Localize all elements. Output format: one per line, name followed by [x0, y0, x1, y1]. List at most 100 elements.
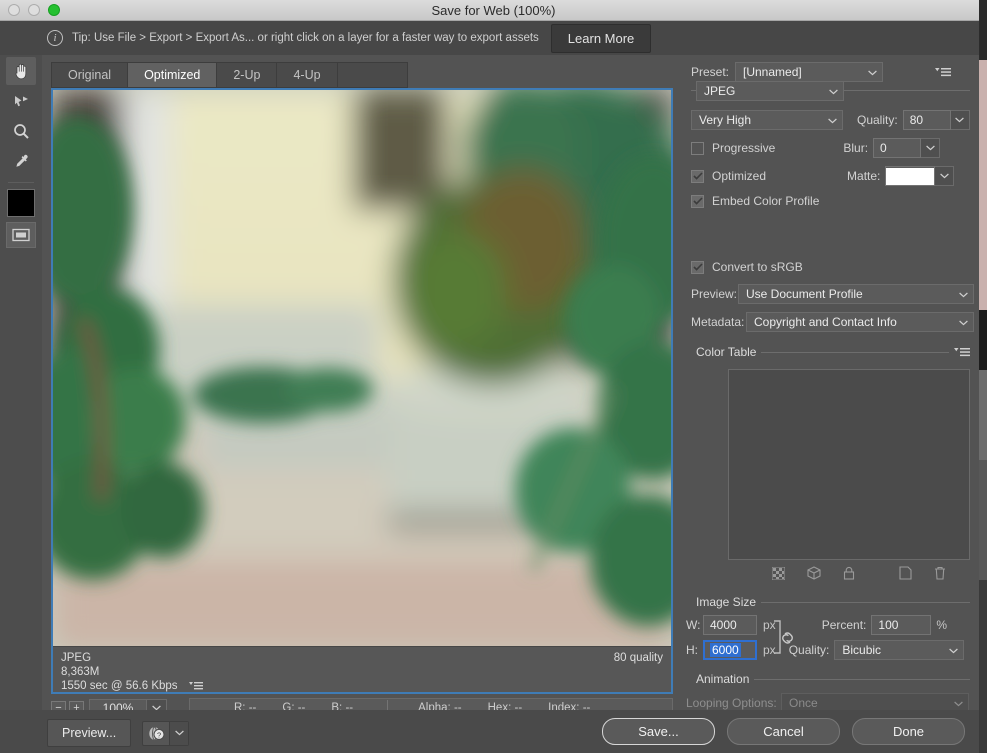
slices-visibility-icon — [12, 228, 30, 242]
chevron-down-icon — [949, 643, 959, 657]
save-button[interactable]: Save... — [602, 718, 715, 745]
chevron-down-icon[interactable] — [169, 721, 189, 745]
percent-label: Percent: — [821, 618, 867, 632]
blur-stepper[interactable] — [921, 138, 941, 158]
tab-optimized[interactable]: Optimized — [128, 62, 218, 88]
optimized-checkbox[interactable] — [691, 169, 704, 183]
metadata-row: Metadata: Copyright and Contact Info — [691, 312, 979, 332]
chevron-down-icon — [829, 84, 838, 98]
zoom-tool[interactable] — [6, 117, 36, 145]
tool-strip — [0, 55, 42, 753]
file-format-select[interactable]: JPEG — [696, 81, 844, 101]
metadata-select[interactable]: Copyright and Contact Info — [746, 312, 974, 332]
eyedropper-icon — [15, 154, 28, 167]
info-download-time: 1550 sec @ 56.6 Kbps — [61, 680, 178, 692]
matte-label: Matte: — [847, 169, 881, 183]
width-label: W: — [686, 618, 701, 632]
matte-dropdown[interactable] — [935, 166, 955, 186]
optimization-info-strip: JPEG 8,363M 1550 sec @ 56.6 Kbps 80 qual… — [53, 646, 671, 692]
convert-srgb-row: Convert to sRGB — [691, 260, 979, 274]
tip-bar: i Tip: Use File > Export > Export As... … — [0, 21, 987, 55]
quality-input[interactable]: 80 — [902, 110, 951, 130]
info-quality: 80 quality — [613, 652, 663, 664]
learn-more-button[interactable]: Learn More — [550, 23, 652, 53]
hand-tool[interactable] — [6, 57, 36, 85]
width-input[interactable]: 4000 — [703, 615, 757, 635]
blur-label: Blur: — [843, 141, 869, 155]
color-table-flyout-menu-icon[interactable] — [949, 346, 970, 358]
done-button[interactable]: Done — [852, 718, 965, 745]
info-icon: i — [47, 30, 63, 46]
convert-to-srgb-label: Convert to sRGB — [712, 260, 803, 274]
preset-select[interactable]: [Unnamed] — [735, 62, 883, 82]
preview-profile-label: Preview: — [691, 287, 738, 301]
title-bar: Save for Web (100%) — [0, 0, 987, 21]
image-height-row: H: 6000 px Quality: Bicubic — [686, 620, 979, 660]
close-button[interactable] — [8, 4, 20, 16]
image-size-title: Image Size — [691, 595, 762, 609]
progressive-label: Progressive — [712, 141, 776, 155]
metadata-label: Metadata: — [691, 315, 745, 329]
image-width-row: W: 4000 px Percent: 100 % — [686, 615, 979, 635]
window-controls — [8, 4, 60, 16]
view-tabs: Original Optimized 2-Up 4-Up — [51, 62, 408, 88]
height-input[interactable]: 6000 — [703, 640, 757, 660]
image-preview-canvas[interactable]: JPEG 8,363M 1550 sec @ 56.6 Kbps 80 qual… — [51, 88, 673, 694]
optimized-image-preview — [53, 90, 671, 650]
tab-4-up[interactable]: 4-Up — [277, 62, 338, 88]
cancel-button[interactable]: Cancel — [727, 718, 840, 745]
embed-profile-row: Embed Color Profile — [691, 194, 979, 208]
document-panel: Original Optimized 2-Up 4-Up JPEG 8,363M… — [42, 55, 682, 718]
blur-input[interactable]: 0 — [873, 138, 922, 158]
tab-original[interactable]: Original — [51, 62, 129, 88]
matte-color-swatch[interactable] — [885, 166, 936, 186]
animation-title: Animation — [691, 672, 755, 686]
slice-select-tool[interactable] — [6, 87, 36, 115]
background-window-edge — [979, 0, 987, 753]
quality-label: Quality: — [857, 113, 898, 127]
preview-profile-select[interactable]: Use Document Profile — [738, 284, 974, 304]
delete-color-icon[interactable] — [934, 566, 946, 583]
save-for-web-dialog: Save for Web (100%) i Tip: Use File > Ex… — [0, 0, 987, 753]
quality-row: Very High Quality: 80 — [691, 110, 979, 130]
progressive-row: Progressive Blur: 0 — [691, 138, 979, 158]
tool-divider — [8, 182, 34, 183]
foreground-color-swatch[interactable] — [7, 189, 35, 217]
quality-stepper[interactable] — [950, 110, 970, 130]
tabs-filler — [337, 62, 408, 88]
percent-input[interactable]: 100 — [871, 615, 932, 635]
toggle-slices-visibility-button[interactable] — [6, 222, 36, 248]
web-shift-icon[interactable] — [807, 566, 821, 583]
preview-button[interactable]: Preview... — [47, 719, 132, 747]
new-color-icon[interactable] — [899, 566, 912, 583]
looping-options-label: Looping Options: — [686, 696, 777, 710]
embed-color-profile-label: Embed Color Profile — [712, 194, 820, 208]
convert-to-srgb-checkbox[interactable] — [691, 260, 704, 274]
quality-preset-select[interactable]: Very High — [691, 110, 843, 130]
link-constrain-icon[interactable] — [772, 618, 802, 661]
animation-section-header: Animation — [691, 672, 970, 686]
slice-select-icon — [14, 95, 28, 106]
format-row: JPEG — [696, 81, 979, 101]
height-input-value: 6000 — [710, 643, 741, 657]
window-title: Save for Web (100%) — [431, 2, 556, 18]
embed-color-profile-checkbox[interactable] — [691, 194, 704, 208]
transparency-icon[interactable] — [771, 566, 786, 583]
color-table-swatches[interactable] — [728, 369, 970, 560]
info-flyout-menu-icon[interactable] — [188, 681, 203, 692]
progressive-checkbox[interactable] — [691, 141, 704, 155]
looping-options-value: Once — [789, 696, 818, 710]
eyedropper-tool[interactable] — [6, 147, 36, 175]
settings-flyout-menu-icon[interactable] — [935, 67, 951, 78]
lock-icon[interactable] — [843, 566, 855, 583]
resample-quality-select[interactable]: Bicubic — [834, 640, 965, 660]
preset-row: Preset: [Unnamed] — [691, 62, 979, 82]
settings-panel: Preset: [Unnamed] JPEG Very High Quality… — [682, 55, 979, 753]
preview-photo-graphic — [53, 90, 671, 650]
chevron-down-icon — [954, 696, 963, 710]
dialog-footer: Preview... ? Save... Cancel Done — [0, 710, 987, 753]
zoom-button[interactable] — [48, 4, 60, 16]
preview-in-browser-control[interactable]: ? — [142, 720, 190, 746]
minimize-button[interactable] — [28, 4, 40, 16]
tab-2-up[interactable]: 2-Up — [217, 62, 278, 88]
